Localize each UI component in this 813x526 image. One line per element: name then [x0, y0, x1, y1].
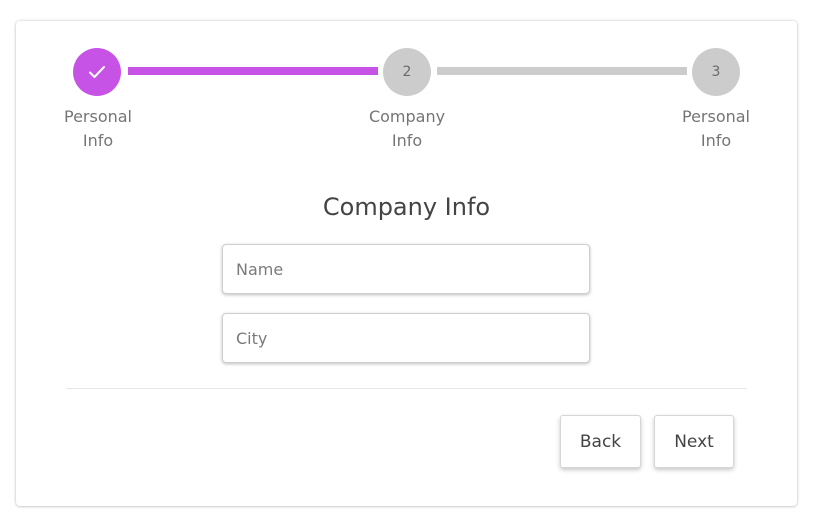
- check-icon: [89, 66, 105, 78]
- step-2-number: 2: [402, 64, 412, 80]
- step-1-indicator[interactable]: [73, 48, 121, 96]
- step-connector-2: [437, 67, 687, 75]
- step-3-label: Personal Info: [681, 107, 750, 150]
- name-input[interactable]: [222, 244, 590, 294]
- step-2-indicator[interactable]: 2: [383, 48, 431, 96]
- step-connector-1: [128, 67, 378, 75]
- step-1-label: Personal Info: [63, 107, 132, 150]
- back-button[interactable]: Back: [560, 415, 641, 468]
- divider: [66, 388, 747, 389]
- step-2-label: Company Info: [368, 107, 446, 150]
- step-3-number: 3: [711, 64, 721, 80]
- next-button[interactable]: Next: [654, 415, 734, 468]
- step-3-indicator[interactable]: 3: [692, 48, 740, 96]
- city-input[interactable]: [222, 313, 590, 363]
- wizard-card: 2 3 Personal Info Company Info Personal …: [16, 21, 797, 506]
- form-title: Company Info: [322, 193, 491, 221]
